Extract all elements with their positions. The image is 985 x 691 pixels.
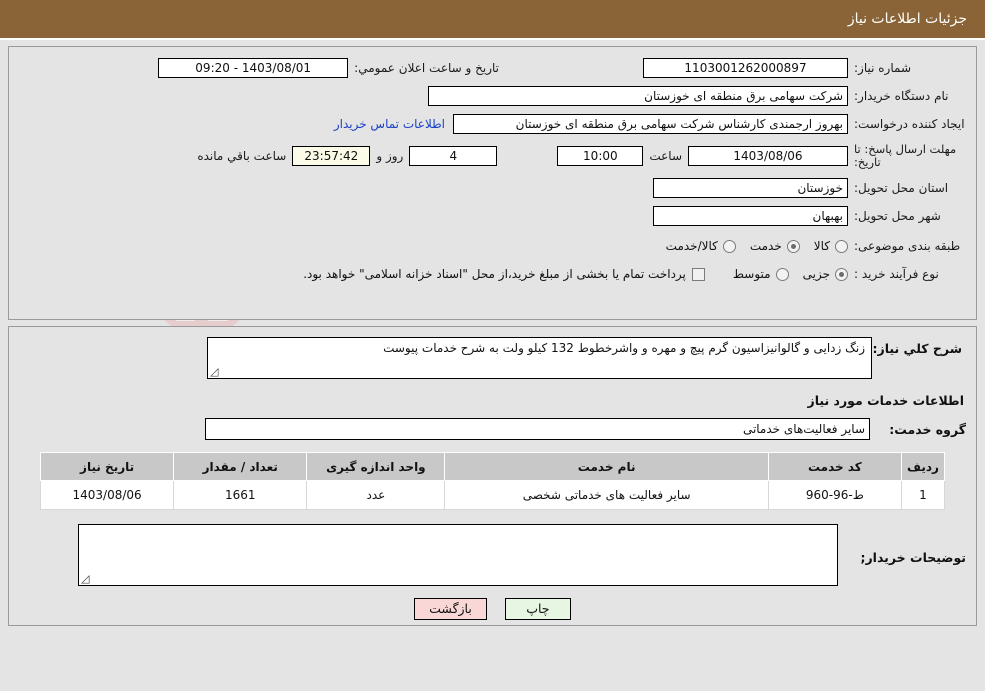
row-service-group: گروه خدمت: سایر فعالیت‌های خدماتی <box>19 418 966 440</box>
category-radio-khedmat-label: خدمت <box>749 239 782 253</box>
province-value: خوزستان <box>653 178 848 198</box>
countdown-timer: 23:57:42 <box>292 146 371 166</box>
print-button[interactable]: چاپ <box>504 598 571 620</box>
deadline-date: 1403/08/06 <box>688 146 848 166</box>
cell-code: ط-96-960 <box>767 480 902 510</box>
public-announce-label: تاریخ و ساعت اعلان عمومي: <box>354 61 499 75</box>
service-group-value: سایر فعالیت‌های خدماتی <box>205 418 870 440</box>
treasury-bond-note: پرداخت تمام یا بخشی از مبلغ خرید،از محل … <box>303 267 686 281</box>
col-header-name: نام خدمت <box>444 452 769 481</box>
public-announce-value: 1403/08/01 - 09:20 <box>158 58 349 78</box>
service-group-label: گروه خدمت: <box>889 421 966 437</box>
deadline-label-line1: مهلت ارسال پاسخ: تا <box>854 142 957 156</box>
buyer-contact-link[interactable]: اطلاعات تماس خریدار <box>326 117 453 131</box>
purchase-type-radio-jozei[interactable] <box>835 267 848 281</box>
col-header-date: تاریخ نیاز <box>39 452 175 481</box>
row-deadline: مهلت ارسال پاسخ: تا تاریخ: 1403/08/06 سا… <box>19 139 966 173</box>
requester-label: ایجاد کننده درخواست: <box>854 117 965 131</box>
cell-name: سایر فعالیت های خدماتی شخصی <box>444 480 769 510</box>
page-header: جزئیات اطلاعات نیاز <box>0 0 985 40</box>
row-buyer-org: نام دستگاه خریدار: شرکت سهامی برق منطقه … <box>19 83 966 109</box>
purchase-type-radio-motevaset[interactable] <box>775 267 789 281</box>
page-title: جزئیات اطلاعات نیاز <box>847 11 967 27</box>
table-row: 1 ط-96-960 سایر فعالیت های خدماتی شخصی ع… <box>39 480 946 510</box>
page-root: جزئیات اطلاعات نیاز شماره نیاز: 11030012… <box>0 0 985 626</box>
cell-radif: 1 <box>900 480 946 510</box>
city-label: شهر محل تحویل: <box>854 209 941 223</box>
deadline-time-label: ساعت <box>649 149 682 163</box>
category-radio-kala-khedmat[interactable] <box>722 239 736 253</box>
col-header-qty: تعداد / مقدار <box>173 452 308 481</box>
buyer-notes-label: توضیحات خریدار; <box>860 550 966 565</box>
action-button-bar: بازگشت چاپ <box>19 598 966 620</box>
category-radio-kala-label: کالا <box>813 239 830 253</box>
category-radio-khedmat[interactable] <box>786 239 800 253</box>
province-label: استان محل تحویل: <box>854 181 949 195</box>
category-radio-kala-khedmat-label: کالا/خدمت <box>665 239 718 253</box>
category-label: طبقه بندی موضوعی: <box>854 239 961 253</box>
buyer-org-label: نام دستگاه خریدار: <box>854 89 949 103</box>
need-number-value: 1103001262000897 <box>643 58 848 78</box>
countdown-timer-label: ساعت باقي مانده <box>197 149 287 163</box>
need-number-label: شماره نیاز: <box>854 61 911 75</box>
row-requester: ایجاد کننده درخواست: بهروز ارجمندی کارشن… <box>19 111 966 137</box>
cell-unit: عدد <box>306 480 446 510</box>
category-radio-kala[interactable] <box>835 239 848 253</box>
col-header-code: کد خدمت <box>767 452 902 481</box>
row-general-description: شرح کلي نیاز: زنگ زدایی و گالوانیزاسیون … <box>19 337 966 379</box>
row-category: طبقه بندی موضوعی: کالا خدمت کالا/خدمت <box>19 233 966 259</box>
row-purchase-type: نوع فرآیند خرید : جزیی متوسط پرداخت تمام… <box>19 261 966 287</box>
deadline-label-line2: تاریخ: <box>854 155 881 169</box>
city-value: بهبهان <box>653 206 848 226</box>
purchase-type-label: نوع فرآیند خرید : <box>854 267 939 281</box>
deadline-time: 10:00 <box>557 146 644 166</box>
treasury-bond-checkbox[interactable] <box>691 267 705 281</box>
back-button[interactable]: بازگشت <box>414 598 487 620</box>
table-header-row: ردیف کد خدمت نام خدمت واحد اندازه گیری ت… <box>39 452 946 481</box>
general-description-value: زنگ زدایی و گالوانیزاسیون گرم پیچ و مهره… <box>383 341 865 355</box>
row-buyer-notes: توضیحات خریدار; ◺ <box>19 524 966 586</box>
purchase-type-radio-motevaset-label: متوسط <box>732 267 771 281</box>
services-table: ردیف کد خدمت نام خدمت واحد اندازه گیری ت… <box>39 452 946 510</box>
deadline-days: 4 <box>409 146 498 166</box>
col-header-radif: ردیف <box>900 452 946 481</box>
row-province: استان محل تحویل: خوزستان <box>19 175 966 201</box>
row-city: شهر محل تحویل: بهبهان <box>19 203 966 229</box>
resize-handle-icon[interactable]: ◺ <box>210 365 220 378</box>
deadline-days-label: روز و <box>376 149 404 163</box>
buyer-org-value: شرکت سهامی برق منطقه ای خوزستان <box>428 86 848 106</box>
resize-handle-icon[interactable]: ◺ <box>81 572 91 585</box>
col-header-unit: واحد اندازه گیری <box>306 452 446 481</box>
deadline-label: مهلت ارسال پاسخ: تا تاریخ: <box>848 143 966 169</box>
general-description-label: شرح کلي نیاز: <box>872 341 962 356</box>
services-section-title: اطلاعات خدمات مورد نیاز <box>807 393 965 408</box>
service-detail-panel: شرح کلي نیاز: زنگ زدایی و گالوانیزاسیون … <box>8 326 977 626</box>
requester-value: بهروز ارجمندی کارشناس شرکت سهامی برق منط… <box>453 114 848 134</box>
row-need-number: شماره نیاز: 1103001262000897 تاریخ و ساع… <box>19 55 966 81</box>
cell-qty: 1661 <box>173 480 308 510</box>
purchase-type-radio-jozei-label: جزیی <box>802 267 830 281</box>
general-description-textarea[interactable]: زنگ زدایی و گالوانیزاسیون گرم پیچ و مهره… <box>207 337 872 379</box>
cell-date: 1403/08/06 <box>39 480 175 510</box>
buyer-notes-textarea[interactable]: ◺ <box>78 524 838 586</box>
need-info-panel: شماره نیاز: 1103001262000897 تاریخ و ساع… <box>8 46 977 320</box>
